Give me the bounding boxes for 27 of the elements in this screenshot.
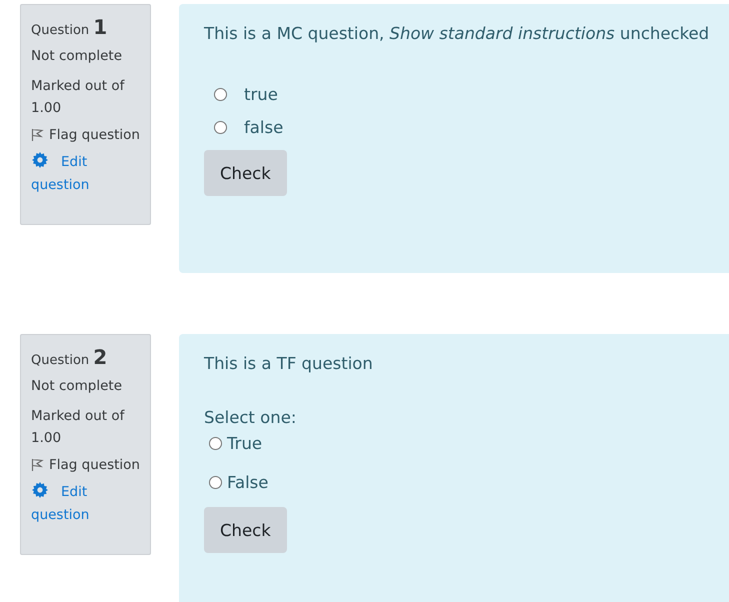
radio-button[interactable]: [209, 436, 222, 450]
question-number: Question 1: [31, 15, 108, 39]
flag-question-link[interactable]: Flag question: [49, 457, 140, 473]
settings-icon[interactable]: [32, 482, 48, 498]
prompt-text: Select one:: [204, 408, 298, 427]
flag-icon[interactable]: [31, 128, 44, 142]
radio-button[interactable]: [214, 120, 227, 134]
question-number: Question 2: [31, 345, 108, 369]
status-text: Not complete: [31, 377, 123, 396]
mark-text: Marked out of 1.00: [31, 407, 126, 448]
question-text: This is a TF question: [204, 353, 374, 375]
question-text: This is a MC question, Show standard instructions unchecked: [204, 23, 710, 45]
status-text: Not complete: [31, 47, 123, 66]
radio-button[interactable]: [209, 476, 222, 488]
edit-question-link[interactable]: Edit question: [31, 481, 90, 527]
check-button[interactable]: Check: [204, 507, 287, 553]
settings-icon[interactable]: [32, 152, 48, 168]
mark-text: Marked out of 1.00: [31, 77, 126, 118]
option-label[interactable]: true: [244, 84, 278, 104]
check-button[interactable]: Check: [204, 150, 287, 196]
option-label[interactable]: True: [227, 434, 262, 452]
edit-question-link[interactable]: Edit question: [31, 151, 90, 197]
flag-question-link[interactable]: Flag question: [49, 127, 140, 143]
flag-icon[interactable]: [31, 458, 44, 472]
option-label[interactable]: False: [227, 472, 268, 492]
radio-button[interactable]: [214, 88, 227, 100]
option-label[interactable]: false: [244, 118, 284, 136]
